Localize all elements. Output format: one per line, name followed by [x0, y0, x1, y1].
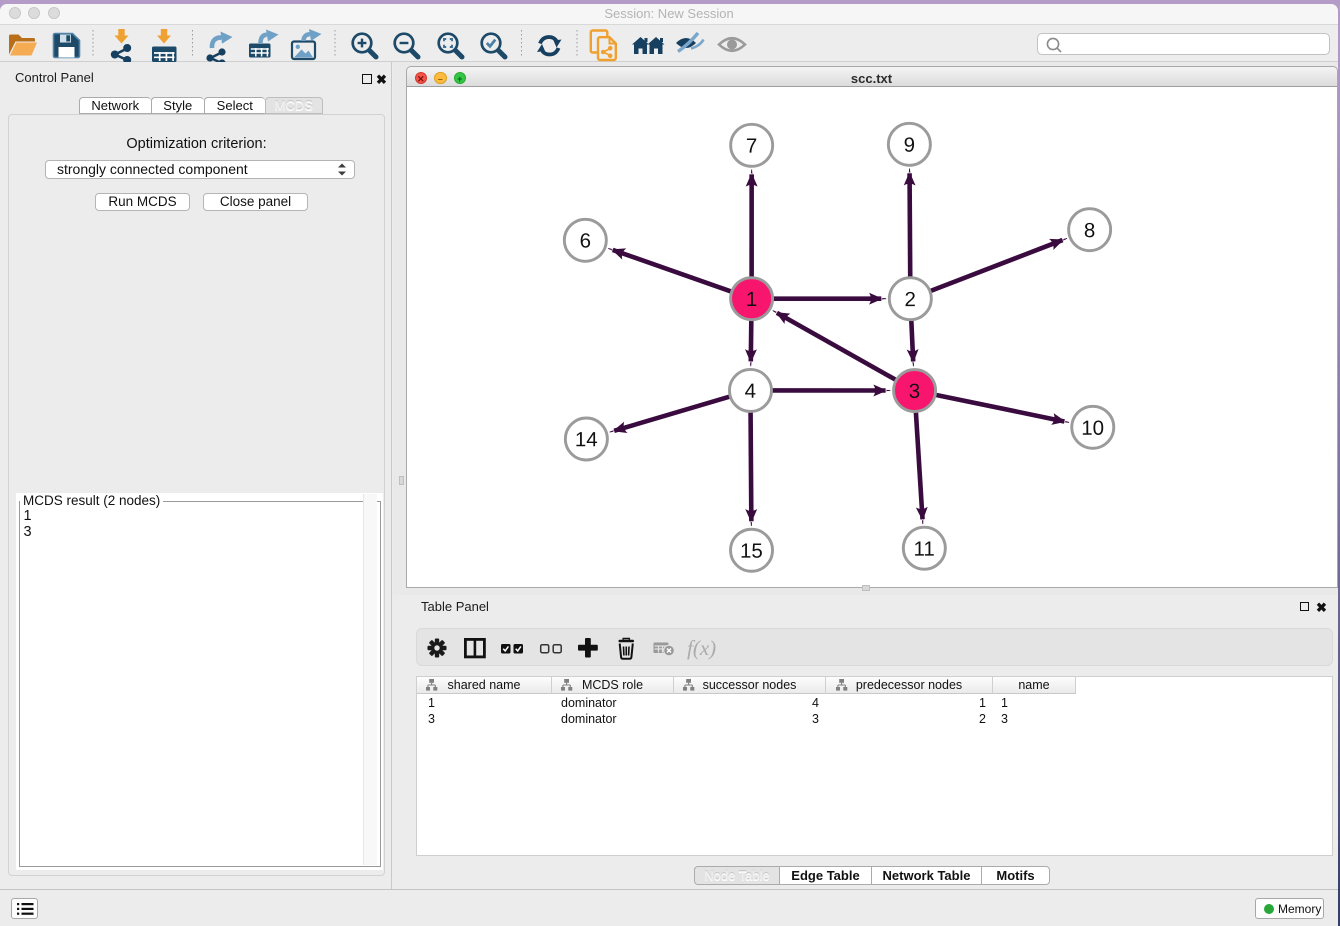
- svg-text:15: 15: [739, 540, 762, 563]
- svg-text:8: 8: [1083, 219, 1094, 242]
- svg-text:6: 6: [579, 230, 590, 253]
- svg-text:1: 1: [745, 288, 756, 311]
- svg-text:9: 9: [903, 134, 914, 157]
- svg-text:3: 3: [908, 380, 919, 403]
- svg-text:14: 14: [574, 428, 597, 451]
- svg-text:7: 7: [745, 135, 756, 158]
- svg-text:f(x): f(x): [687, 636, 716, 660]
- svg-text:4: 4: [744, 380, 755, 403]
- svg-text:2: 2: [904, 288, 915, 311]
- svg-text:11: 11: [913, 538, 934, 561]
- svg-text:10: 10: [1081, 417, 1104, 440]
